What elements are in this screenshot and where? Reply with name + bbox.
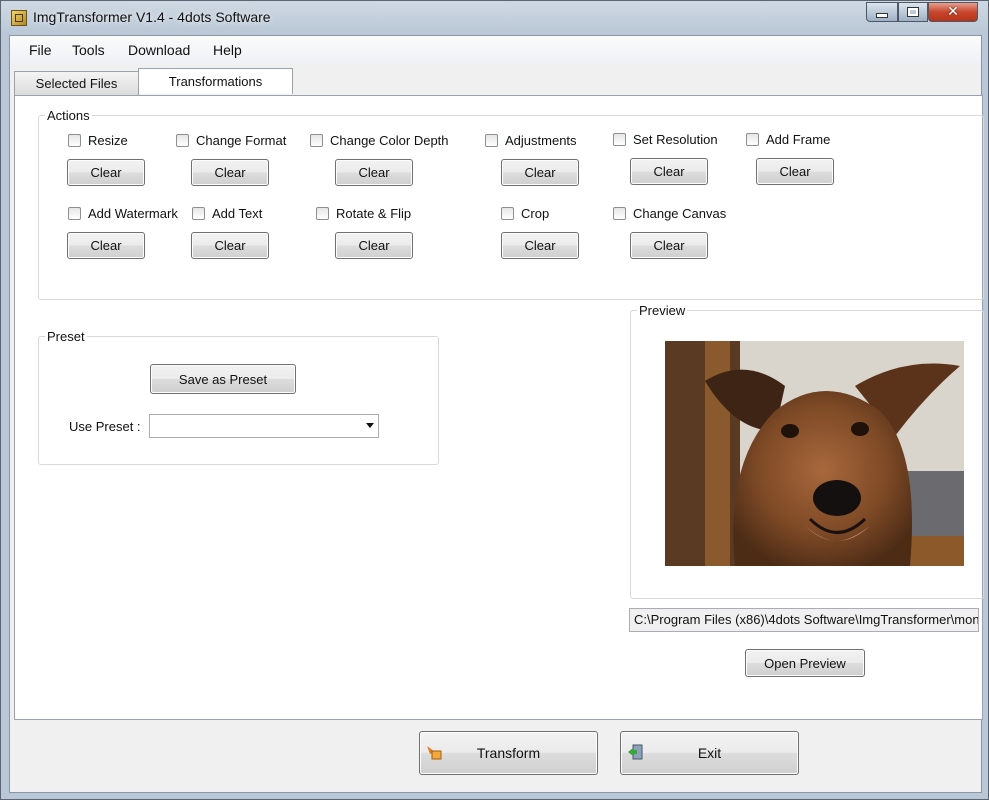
rotate-flip-checkbox[interactable] [316,207,329,220]
resize-clear-button[interactable]: Clear [67,159,145,186]
adjustments-checkbox[interactable] [485,134,498,147]
app-window: ImgTransformer V1.4 - 4dots Software ✕ F… [0,0,989,800]
exit-button[interactable]: Exit [620,731,799,775]
add-frame-label: Add Frame [766,132,831,147]
dog-photo-icon [665,341,964,566]
change-format-clear-button[interactable]: Clear [191,159,269,186]
close-icon: ✕ [947,4,959,20]
maximize-button[interactable] [898,2,928,22]
set-resolution-checkbox[interactable] [613,133,626,146]
change-color-depth-checkbox[interactable] [310,134,323,147]
change-format-label: Change Format [196,133,287,148]
app-logo-icon [11,10,27,26]
add-text-checkbox[interactable] [192,207,205,220]
change-format-checkbox[interactable] [176,134,189,147]
menu-download[interactable]: Download [128,42,190,58]
preview-legend: Preview [639,303,686,318]
adjustments-label: Adjustments [505,133,577,148]
rotate-flip-label: Rotate & Flip [336,206,412,221]
menu-tools[interactable]: Tools [72,42,105,58]
change-color-depth-clear-button[interactable]: Clear [335,159,413,186]
exit-label: Exit [697,745,722,761]
exit-icon [628,744,643,760]
change-canvas-label: Change Canvas [633,206,727,221]
preview-image [665,341,964,566]
transform-label: Transform [476,745,541,761]
use-preset-dropdown[interactable] [149,414,379,438]
crop-clear-button[interactable]: Clear [501,232,579,259]
use-preset-label: Use Preset : [69,419,141,434]
crop-checkbox[interactable] [501,207,514,220]
transformations-panel: Actions Resize Clear Change Format Clear… [14,95,984,720]
minimize-button[interactable] [866,2,898,22]
title-bar[interactable]: ImgTransformer V1.4 - 4dots Software ✕ [1,1,988,35]
add-text-label: Add Text [212,206,263,221]
resize-label: Resize [88,133,128,148]
add-text-clear-button[interactable]: Clear [191,232,269,259]
adjustments-clear-button[interactable]: Clear [501,159,579,186]
change-canvas-clear-button[interactable]: Clear [630,232,708,259]
chevron-down-icon [366,423,374,428]
transform-button[interactable]: Transform [419,731,598,775]
close-button[interactable]: ✕ [928,2,978,22]
rotate-flip-clear-button[interactable]: Clear [335,232,413,259]
save-as-preset-button[interactable]: Save as Preset [150,364,296,394]
add-watermark-label: Add Watermark [88,206,178,221]
resize-checkbox[interactable] [68,134,81,147]
menu-file[interactable]: File [29,42,52,58]
add-frame-checkbox[interactable] [746,133,759,146]
add-watermark-checkbox[interactable] [68,207,81,220]
preset-group: Preset [38,329,439,465]
change-color-depth-label: Change Color Depth [330,133,449,148]
window-title: ImgTransformer V1.4 - 4dots Software [33,9,271,25]
tab-transformations[interactable]: Transformations [138,68,293,94]
set-resolution-label: Set Resolution [633,132,718,147]
crop-label: Crop [521,206,550,221]
minimize-icon [876,12,888,18]
preset-legend: Preset [47,329,85,344]
preview-path-field[interactable]: C:\Program Files (x86)\4dots Software\Im… [629,608,979,632]
change-canvas-checkbox[interactable] [613,207,626,220]
menu-help[interactable]: Help [213,42,242,58]
maximize-icon [907,7,919,17]
actions-legend: Actions [47,108,90,123]
menu-bar: File Tools Download Help [10,36,981,64]
open-preview-button[interactable]: Open Preview [745,649,865,677]
client-area: File Tools Download Help Selected Files … [9,35,984,793]
transform-icon [427,746,442,760]
set-resolution-clear-button[interactable]: Clear [630,158,708,185]
tab-selected-files[interactable]: Selected Files [14,71,139,95]
add-frame-clear-button[interactable]: Clear [756,158,834,185]
add-watermark-clear-button[interactable]: Clear [67,232,145,259]
